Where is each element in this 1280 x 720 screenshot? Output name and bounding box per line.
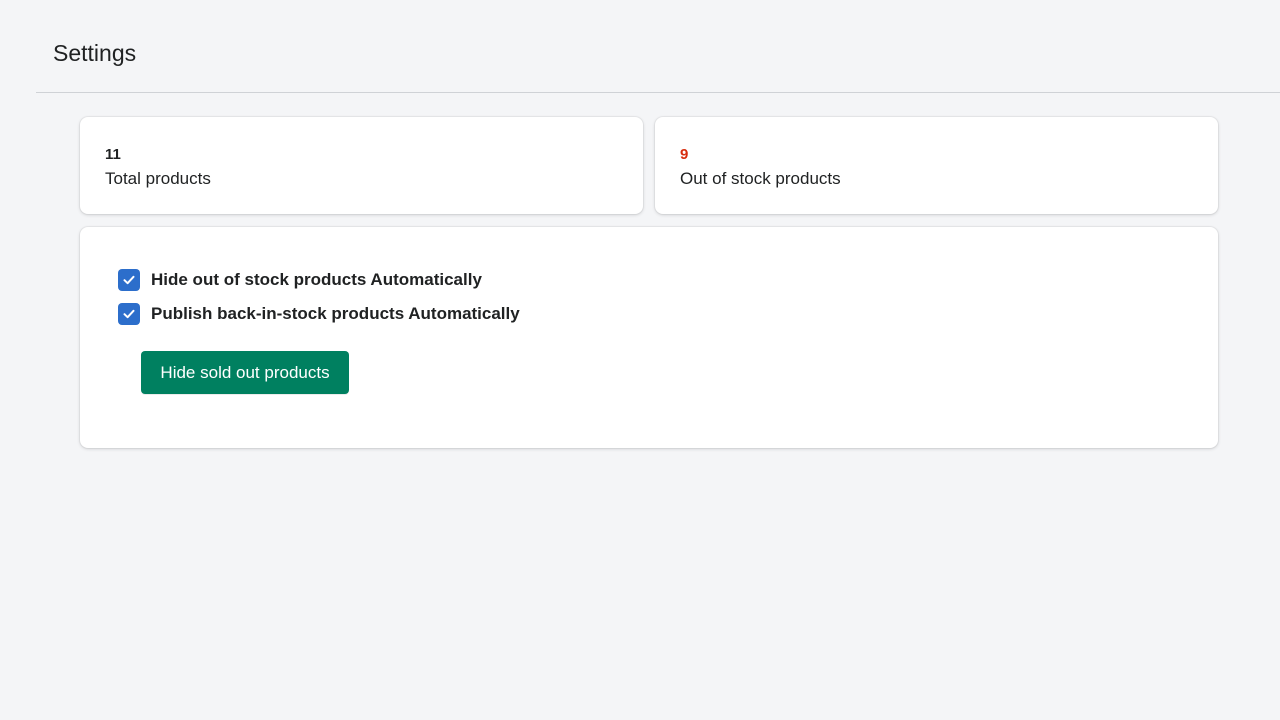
checkmark-icon [123,275,135,285]
total-products-card: 11 Total products [80,117,643,214]
hide-sold-out-products-button[interactable]: Hide sold out products [141,351,349,394]
total-products-label: Total products [105,169,211,188]
out-of-stock-card: 9 Out of stock products [655,117,1218,214]
hide-out-of-stock-checkbox[interactable] [118,269,140,291]
hide-out-of-stock-option[interactable]: Hide out of stock products Automatically [118,269,482,291]
hide-out-of-stock-label: Hide out of stock products Automatically [151,270,482,289]
publish-back-in-stock-option[interactable]: Publish back-in-stock products Automatic… [118,303,520,325]
publish-back-in-stock-label: Publish back-in-stock products Automatic… [151,304,520,323]
publish-back-in-stock-checkbox[interactable] [118,303,140,325]
settings-card: Hide out of stock products Automatically… [80,227,1218,448]
settings-page: Settings 11 Total products 9 Out of stoc… [0,0,1280,720]
total-products-count: 11 [105,146,121,163]
out-of-stock-count: 9 [680,146,689,163]
page-header: Settings [36,0,1280,93]
page-title: Settings [53,40,137,66]
out-of-stock-label: Out of stock products [680,169,841,188]
checkmark-icon [123,309,135,319]
